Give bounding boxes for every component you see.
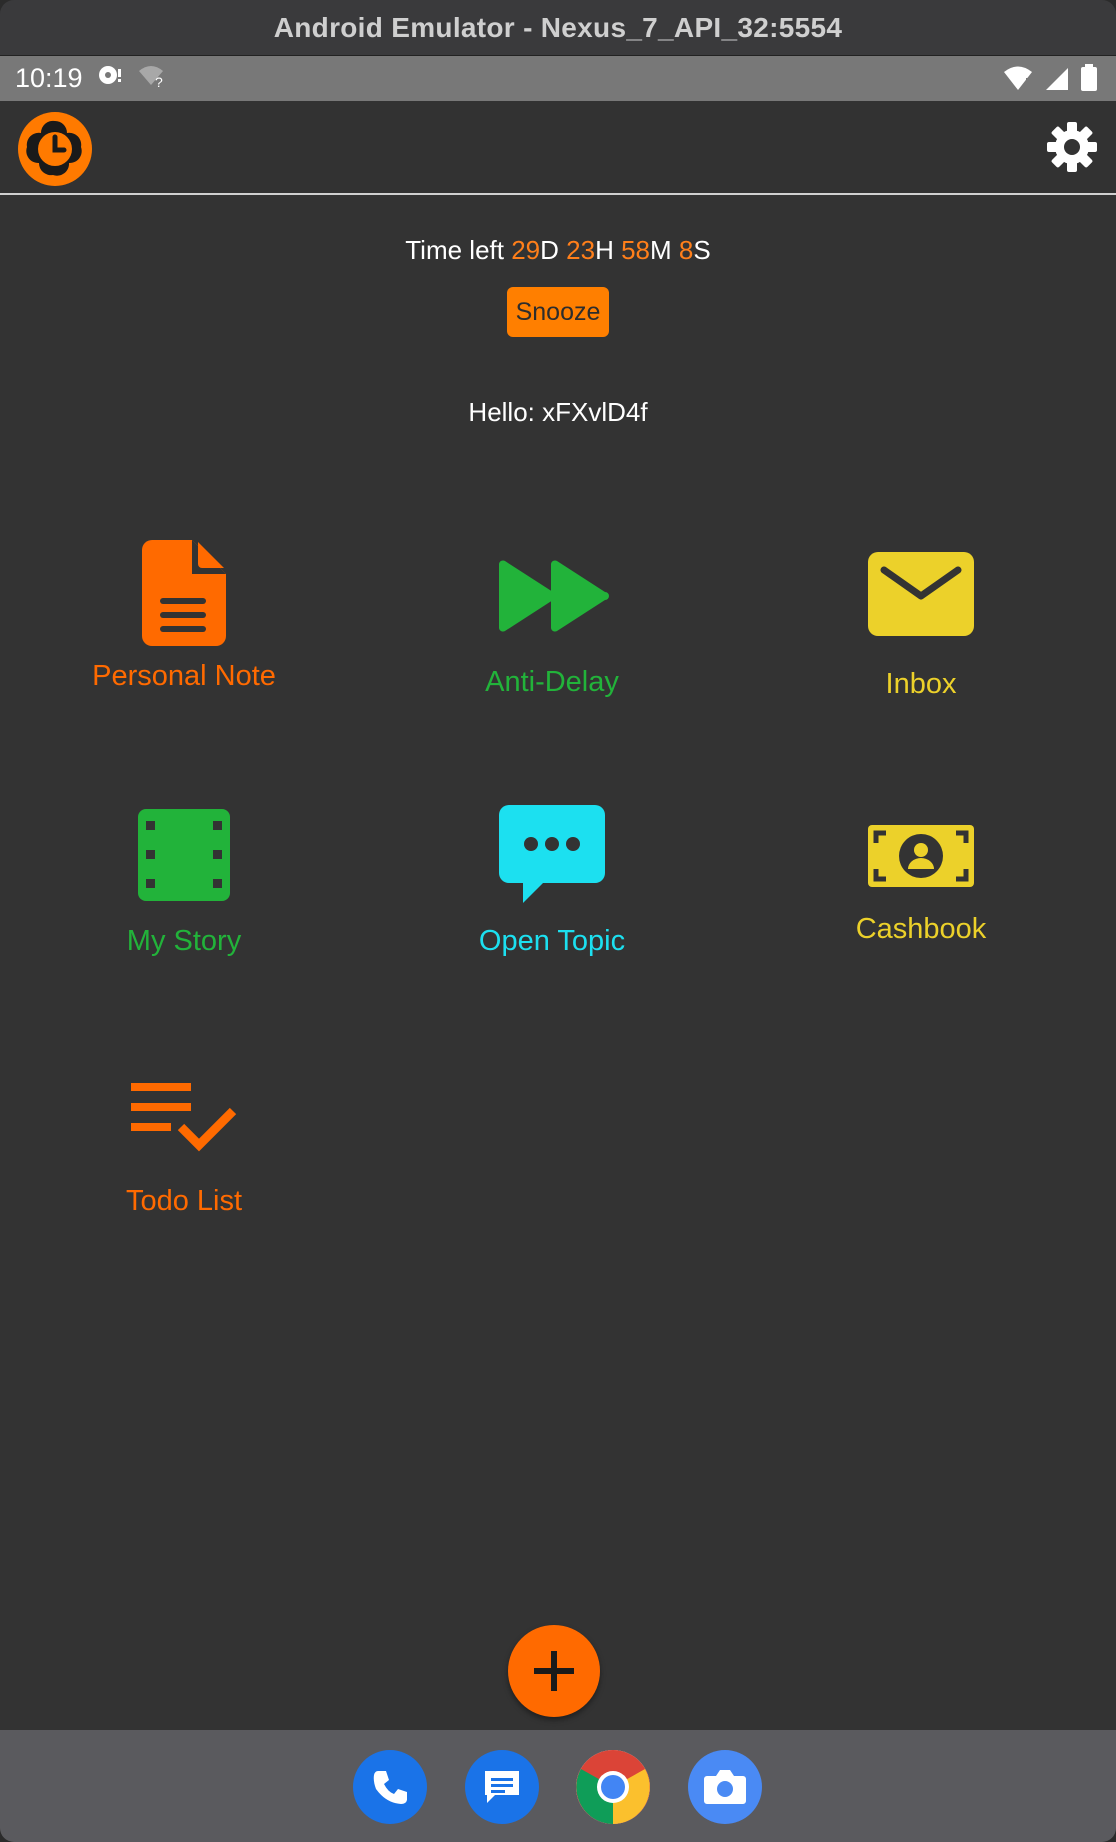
hours-value: 23 (566, 235, 596, 265)
seconds-unit: S (693, 235, 711, 265)
personal-note-label: Personal Note (92, 660, 276, 692)
status-time: 10:19 (15, 63, 83, 93)
film-icon (138, 809, 230, 901)
camera-icon[interactable] (688, 1750, 762, 1824)
android-status-bar: 10:19 ? (0, 56, 1116, 101)
fast-forward-icon (499, 560, 609, 632)
anti-delay-label: Anti-Delay (485, 666, 619, 698)
snooze-button[interactable]: Snooze (507, 287, 609, 337)
android-dock (0, 1730, 1116, 1842)
hours-unit: H (595, 235, 614, 265)
phone-icon[interactable] (353, 1750, 427, 1824)
tile-inbox[interactable]: Inbox (771, 552, 1071, 701)
tile-open-topic[interactable]: Open Topic (402, 805, 702, 958)
tile-personal-note[interactable]: Personal Note (34, 540, 334, 693)
minutes-unit: M (650, 235, 672, 265)
chat-bubble-icon (499, 805, 605, 903)
settings-gear-icon[interactable] (1046, 121, 1098, 173)
open-topic-label: Open Topic (478, 925, 626, 957)
wifi-icon (1002, 64, 1034, 97)
window-titlebar: Android Emulator - Nexus_7_API_32:5554 (0, 0, 1116, 56)
wifi-question-icon: ? (137, 63, 167, 94)
window-title: Android Emulator - Nexus_7_API_32:5554 (273, 11, 843, 43)
document-icon (142, 540, 226, 646)
add-fab-button[interactable] (508, 1625, 600, 1717)
todo-list-label: Todo List (125, 1185, 243, 1217)
home-content: Time left 29D 23H 58M 8S Snooze Hello: x… (0, 195, 1116, 1730)
app-logo-icon (17, 111, 93, 187)
envelope-icon (868, 552, 974, 636)
notification-icon (97, 63, 123, 94)
app-bar (0, 101, 1116, 195)
minutes-value: 58 (621, 235, 651, 265)
tile-cashbook[interactable]: Cashbook (771, 825, 1071, 946)
inbox-label: Inbox (885, 668, 957, 700)
tile-todo-list[interactable]: Todo List (34, 1083, 334, 1218)
checklist-icon (131, 1083, 237, 1152)
days-value: 29 (511, 235, 541, 265)
my-story-label: My Story (126, 925, 242, 957)
time-left-countdown: Time left 29D 23H 58M 8S (0, 235, 1116, 266)
greeting-text: Hello: xFXvlD4f (468, 397, 648, 427)
chrome-icon[interactable] (576, 1750, 650, 1824)
tile-my-story[interactable]: My Story (34, 809, 334, 958)
emulator-window: Android Emulator - Nexus_7_API_32:5554 1… (0, 0, 1116, 1842)
time-left-prefix: Time left (405, 235, 504, 265)
cash-icon (868, 825, 974, 887)
svg-text:?: ? (155, 74, 163, 89)
battery-icon (1080, 64, 1098, 97)
tile-anti-delay[interactable]: Anti-Delay (402, 560, 702, 699)
seconds-value: 8 (678, 235, 694, 265)
days-unit: D (540, 235, 559, 265)
plus-icon (534, 1651, 574, 1691)
signal-icon (1044, 64, 1070, 97)
cashbook-label: Cashbook (855, 913, 987, 945)
messages-icon[interactable] (465, 1750, 539, 1824)
